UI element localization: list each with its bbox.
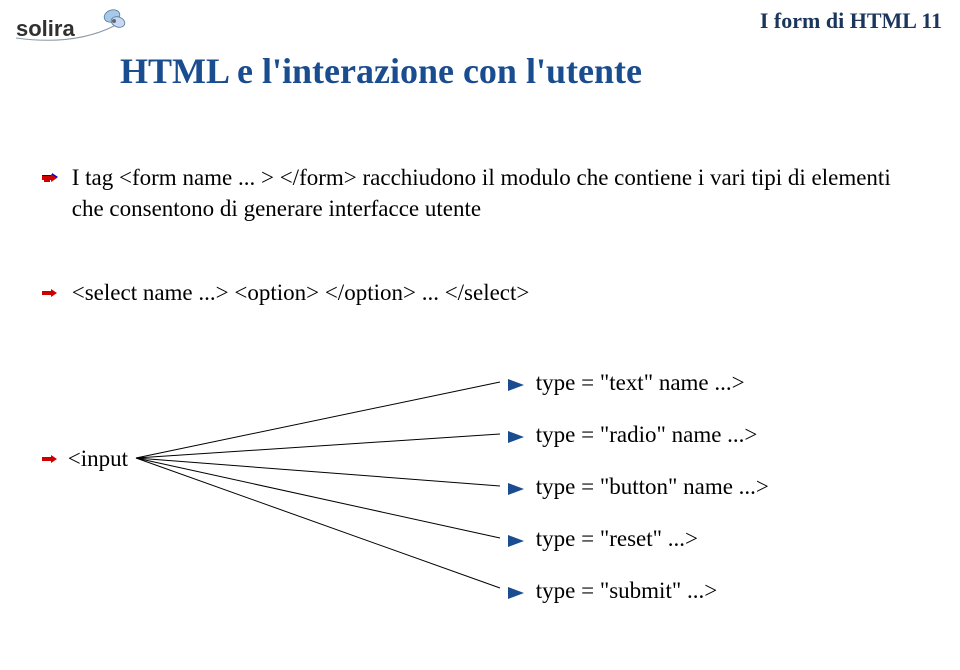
logo: solira — [14, 6, 134, 55]
triangle-bullet-icon — [508, 587, 524, 599]
triangle-bullet-icon — [508, 483, 524, 495]
type-submit: type = "submit" ...> — [508, 578, 769, 604]
connector-lines — [130, 370, 510, 670]
bullet-select-text: <select name ...> <option> </option> ...… — [72, 280, 530, 305]
triangle-bullet-icon — [508, 379, 524, 391]
logo-text: solira — [16, 16, 75, 41]
type-button-label: type = "button" name ...> — [536, 474, 769, 499]
type-radio: type = "radio" name ...> — [508, 422, 769, 448]
bullet-form-tag: I tag <form name ... > </form> racchiudo… — [42, 162, 920, 224]
type-reset: type = "reset" ...> — [508, 526, 769, 552]
triangle-bullet-icon — [508, 431, 524, 443]
type-text-label: type = "text" name ...> — [536, 370, 745, 395]
input-type-list: type = "text" name ...> type = "radio" n… — [508, 370, 769, 630]
bullet-arrow-icon — [42, 280, 66, 306]
type-radio-label: type = "radio" name ...> — [536, 422, 758, 447]
bullet-arrow-icon — [42, 162, 66, 193]
input-tag-label: <input — [42, 446, 128, 472]
bullet-arrow-icon — [42, 454, 58, 468]
bullet-select-tag: <select name ...> <option> </option> ...… — [42, 280, 920, 306]
triangle-bullet-icon — [508, 535, 524, 547]
type-button: type = "button" name ...> — [508, 474, 769, 500]
input-tag-text: <input — [68, 446, 128, 471]
slide-title: HTML e l'interazione con l'utente — [120, 50, 642, 92]
bullet-form-text: I tag <form name ... > </form> racchiudo… — [72, 162, 920, 224]
type-reset-label: type = "reset" ...> — [536, 526, 698, 551]
type-submit-label: type = "submit" ...> — [536, 578, 717, 603]
page-header: I form di HTML 11 — [760, 8, 942, 34]
type-text: type = "text" name ...> — [508, 370, 769, 396]
